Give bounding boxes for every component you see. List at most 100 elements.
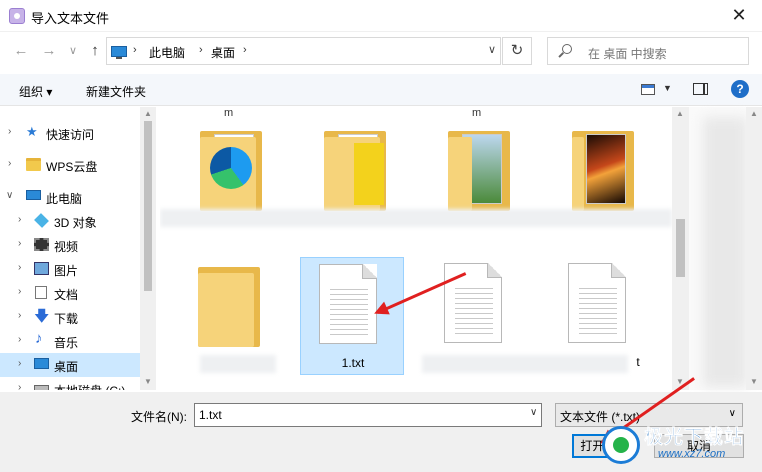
sidebar-item-documents[interactable]: › 文档	[0, 281, 140, 305]
disk-icon	[34, 385, 49, 390]
help-icon[interactable]: ?	[731, 80, 749, 98]
file-name-label: m	[224, 107, 234, 119]
up-arrow-icon[interactable]: ↑	[84, 40, 106, 62]
watermark-text: 极光下载站	[644, 427, 745, 449]
text-file-icon	[444, 263, 502, 343]
scroll-thumb[interactable]	[676, 219, 685, 277]
change-view-icon[interactable]	[641, 84, 655, 95]
sidebar-item-this-pc[interactable]: ∨ 此电脑	[0, 185, 140, 209]
chevron-right-icon[interactable]: ›	[18, 286, 21, 297]
picture-icon	[34, 262, 49, 275]
chevron-down-icon: ∨	[728, 408, 736, 419]
blurred-filename-band	[160, 209, 672, 227]
chevron-down-icon[interactable]: ∨	[6, 190, 13, 201]
chevron-right-icon[interactable]: ›	[18, 238, 21, 249]
window-title: 导入文本文件	[31, 11, 110, 26]
command-toolbar: 组织 ▾ 新建文件夹 ▼ ?	[0, 74, 762, 106]
filename-input[interactable]	[194, 403, 542, 427]
app-icon	[9, 8, 25, 24]
navigation-pane: › ★ 快速访问 › WPS云盘 ∨ 此电脑 › 3D 对象 › 视频 › 图片…	[0, 107, 156, 390]
cube-icon	[34, 213, 49, 228]
chevron-down-icon[interactable]: ∨	[530, 407, 537, 418]
chevron-right-icon[interactable]: ›	[243, 44, 247, 56]
pc-icon	[26, 190, 41, 200]
sidebar-item-label: 此电脑	[46, 192, 83, 206]
chevron-right-icon[interactable]: ›	[18, 358, 21, 369]
text-file-icon	[568, 263, 626, 343]
sidebar-item-wps-cloud[interactable]: › WPS云盘	[0, 153, 140, 177]
preview-pane: ▲ ▼	[689, 107, 762, 390]
sidebar-item-label: WPS云盘	[46, 160, 98, 174]
chevron-right-icon: ›	[199, 44, 203, 56]
file-list: m m 1.txt t	[160, 107, 672, 390]
breadcrumb-this-pc[interactable]: 此电脑	[149, 44, 185, 61]
refresh-icon[interactable]: ↻	[502, 37, 532, 65]
close-icon[interactable]: ✕	[716, 0, 762, 32]
new-folder-button[interactable]: 新建文件夹	[86, 83, 146, 100]
file-item-selected[interactable]: 1.txt	[300, 257, 404, 375]
chevron-right-icon[interactable]: ›	[8, 126, 11, 137]
blurred-filename-band	[200, 355, 276, 373]
desktop-icon	[34, 358, 49, 369]
chevron-right-icon[interactable]: ›	[18, 310, 21, 321]
scroll-down-icon[interactable]: ▼	[144, 377, 152, 386]
sidebar-item-label: 文档	[54, 288, 79, 302]
text-file-icon	[319, 264, 377, 344]
folder-icon	[198, 267, 260, 347]
scroll-up-icon[interactable]: ▲	[750, 109, 758, 118]
sidebar-item-desktop[interactable]: › 桌面	[0, 353, 140, 377]
sidebar-item-quick-access[interactable]: › ★ 快速访问	[0, 121, 140, 145]
watermark: 极光下载站 www.xz7.com	[596, 420, 762, 472]
back-arrow-icon[interactable]: ←	[10, 40, 32, 62]
chevron-right-icon[interactable]: ›	[18, 334, 21, 345]
folder-icon	[572, 131, 634, 211]
scroll-down-icon[interactable]: ▼	[750, 377, 758, 386]
chevron-down-icon[interactable]: ▼	[663, 83, 672, 93]
chevron-right-icon[interactable]: ›	[8, 158, 11, 169]
film-icon	[34, 238, 49, 251]
organize-menu[interactable]: 组织 ▾	[19, 83, 52, 100]
forward-arrow-icon[interactable]: →	[38, 40, 60, 62]
chevron-right-icon[interactable]: ›	[18, 382, 21, 390]
yellow-document-icon	[354, 143, 384, 205]
sidebar-item-label: 快速访问	[46, 128, 95, 142]
blurred-preview	[703, 117, 747, 387]
folder-icon	[26, 158, 41, 171]
preview-scrollbar[interactable]: ▲ ▼	[746, 107, 762, 390]
edge-logo-icon	[210, 147, 252, 189]
search-placeholder: 在 桌面 中搜索	[588, 47, 667, 61]
chevron-down-icon[interactable]: ∨	[488, 43, 496, 56]
scroll-up-icon[interactable]: ▲	[144, 109, 152, 118]
sidebar-item-downloads[interactable]: › 🡇 下载	[0, 305, 140, 329]
folder-icon	[448, 131, 510, 211]
file-name-label: 1.txt	[341, 356, 365, 370]
file-name-label: m	[472, 107, 482, 119]
title-bar: 导入文本文件 ✕	[0, 0, 762, 32]
breadcrumb-desktop[interactable]: 桌面	[211, 44, 235, 61]
pc-icon	[111, 46, 127, 59]
recent-locations-icon[interactable]: ∨	[62, 40, 84, 62]
file-list-scrollbar[interactable]: ▲ ▼	[672, 107, 689, 390]
chevron-right-icon[interactable]: ›	[18, 214, 21, 225]
preview-pane-icon[interactable]	[693, 83, 708, 95]
sidebar-scrollbar[interactable]: ▲ ▼	[140, 107, 156, 390]
music-icon: ♪	[35, 330, 43, 347]
sidebar-item-label: 音乐	[54, 336, 79, 350]
sidebar-item-label: 视频	[54, 240, 79, 254]
sidebar-item-label: 下载	[54, 312, 79, 326]
address-bar[interactable]: › 此电脑 › 桌面 › ∨	[106, 37, 501, 65]
sidebar-item-pictures[interactable]: › 图片	[0, 257, 140, 281]
sidebar-item-local-disk-c[interactable]: › 本地磁盘 (C:)	[0, 377, 140, 390]
search-icon	[562, 44, 572, 54]
scroll-up-icon[interactable]: ▲	[676, 109, 684, 118]
chevron-right-icon[interactable]: ›	[18, 262, 21, 273]
search-input[interactable]: 在 桌面 中搜索	[547, 37, 749, 65]
sidebar-item-videos[interactable]: › 视频	[0, 233, 140, 257]
filename-label: 文件名(N):	[131, 410, 187, 424]
download-icon: 🡇	[34, 308, 50, 325]
sidebar-item-music[interactable]: › ♪ 音乐	[0, 329, 140, 353]
sidebar-item-3d-objects[interactable]: › 3D 对象	[0, 209, 140, 233]
scroll-thumb[interactable]	[144, 121, 152, 291]
sidebar-item-label: 3D 对象	[54, 216, 97, 230]
sidebar-item-label: 图片	[54, 264, 79, 278]
